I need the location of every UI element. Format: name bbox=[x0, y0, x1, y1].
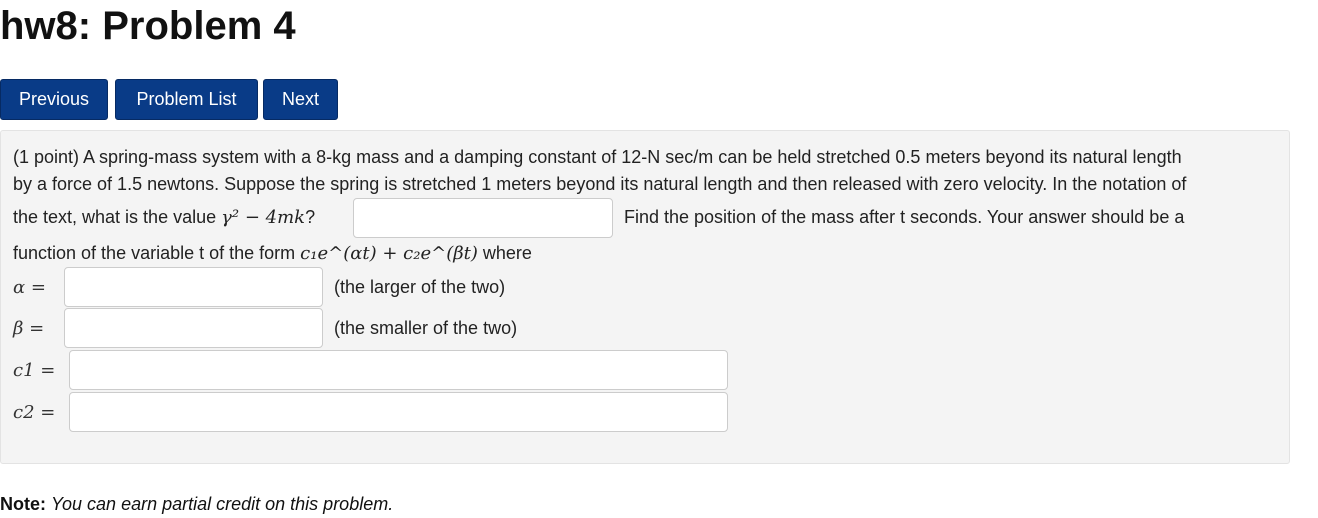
problem-text-line-4-prefix: function of the variable t of the form bbox=[13, 243, 296, 263]
alpha-answer-input[interactable] bbox=[64, 267, 323, 307]
problem-text-line-3-tail: Find the position of the mass after t se… bbox=[624, 207, 1185, 227]
previous-button[interactable]: Previous bbox=[0, 79, 108, 120]
problem-body: (1 point) A spring-mass system with a 8-… bbox=[0, 130, 1290, 464]
problem-text-line-4: function of the variable t of the form c… bbox=[13, 243, 532, 264]
alpha-label: α = bbox=[13, 277, 46, 298]
c1-answer-input[interactable] bbox=[69, 350, 728, 390]
discriminant-expression: γ² − 4mk bbox=[221, 207, 306, 228]
beta-hint: (the smaller of the two) bbox=[334, 318, 518, 338]
partial-credit-note: Note: You can earn partial credit on thi… bbox=[0, 494, 393, 515]
question-mark: ? bbox=[305, 207, 316, 227]
page-title: hw8: Problem 4 bbox=[0, 4, 296, 48]
solution-form-expression: c₁e^(αt) + c₂e^(βt) bbox=[300, 243, 478, 264]
note-text: You can earn partial credit on this prob… bbox=[51, 494, 394, 514]
problem-text-line-1: (1 point) A spring-mass system with a 8-… bbox=[13, 147, 1182, 167]
note-label: Note: bbox=[0, 494, 46, 514]
problem-text-line-2: by a force of 1.5 newtons. Suppose the s… bbox=[13, 174, 1187, 194]
problem-text-line-3-prefix: the text, what is the value bbox=[13, 207, 217, 227]
alpha-hint: (the larger of the two) bbox=[334, 277, 506, 297]
c2-answer-input[interactable] bbox=[69, 392, 728, 432]
c1-label: c1 = bbox=[13, 360, 56, 381]
c2-label: c2 = bbox=[13, 402, 56, 423]
beta-answer-input[interactable] bbox=[64, 308, 323, 348]
next-button[interactable]: Next bbox=[263, 79, 338, 120]
problem-text-line-3: the text, what is the value γ² − 4mk? bbox=[13, 207, 315, 228]
problem-list-button[interactable]: Problem List bbox=[115, 79, 258, 120]
where-text: where bbox=[482, 243, 532, 263]
beta-label: β = bbox=[13, 318, 45, 339]
discriminant-answer-input[interactable] bbox=[353, 198, 613, 238]
